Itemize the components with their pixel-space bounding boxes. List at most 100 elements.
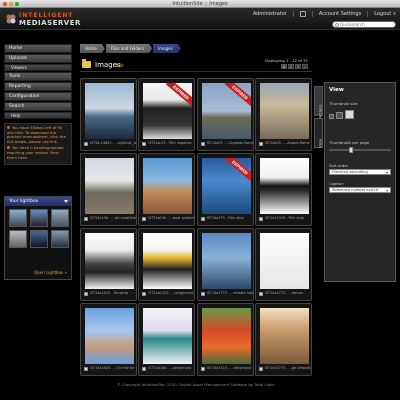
image-tile[interactable]: IST14a1019 - Film strip [254, 153, 312, 226]
select-checkbox[interactable] [258, 217, 263, 221]
trial-notice[interactable]: You have 55days left of 90 day trial. To… [7, 125, 69, 144]
page-link[interactable]: 3 [295, 64, 301, 69]
image-thumbnail[interactable] [143, 158, 193, 214]
image-tile[interactable]: IST14a2773 - ...erreate hotel [196, 228, 254, 301]
lightbox-thumb[interactable] [9, 230, 27, 248]
slider-handle[interactable] [349, 147, 353, 153]
image-caption[interactable]: IST14a2773 - ...atrium [265, 291, 311, 295]
image-caption[interactable]: IST14a-23 - Film negative [148, 141, 194, 145]
image-thumbnail[interactable] [143, 233, 193, 289]
tab-actions[interactable]: Actions [314, 86, 323, 118]
select-checkbox[interactable] [84, 367, 88, 371]
image-thumbnail[interactable] [259, 308, 309, 364]
image-caption[interactable]: IST14a2114 - ...ackground [207, 366, 253, 370]
image-caption[interactable]: IST14a273 - Film strip [207, 216, 253, 220]
image-caption[interactable]: IST14-13651 - ...ngland1_low [90, 141, 136, 145]
nav-search[interactable]: Search [4, 102, 72, 111]
select-checkbox[interactable] [200, 217, 205, 221]
image-thumbnail[interactable] [201, 233, 251, 289]
image-caption[interactable]: IST14a2773 - ...ge Umbrella [265, 366, 311, 370]
user-icon[interactable] [299, 11, 306, 17]
select-checkbox[interactable] [200, 292, 205, 296]
image-caption[interactable]: IST14a2773 - ...erreate hotel [207, 291, 253, 295]
image-thumbnail[interactable] [201, 308, 251, 364]
image-tile[interactable]: IST14a13b - ...boat platform [138, 153, 196, 226]
lightbox-thumb[interactable] [51, 230, 69, 248]
select-checkbox[interactable] [84, 217, 88, 221]
nav-configuration[interactable]: Configuration [4, 92, 72, 101]
image-thumbnail[interactable] [259, 83, 309, 139]
image-tile[interactable]: EXPIRED IST14a273 - Film strip [196, 153, 254, 226]
image-thumbnail[interactable] [85, 308, 134, 364]
lightbox-thumb[interactable] [9, 209, 27, 227]
image-caption[interactable]: IST14a13b - ...boat platform [148, 216, 194, 220]
select-checkbox[interactable] [200, 142, 205, 146]
image-thumbnail[interactable]: EXPIRED [201, 83, 251, 139]
size-large-icon[interactable] [345, 110, 354, 119]
image-thumbnail[interactable] [143, 308, 193, 364]
select-checkbox[interactable] [142, 217, 147, 221]
image-caption[interactable]: IST14a03 - ...Angels Rome [265, 141, 311, 145]
edit-link[interactable]: Edit [116, 63, 124, 68]
image-tile[interactable]: IST14a1102 - ...ackground [138, 228, 196, 301]
select-checkbox[interactable] [142, 142, 147, 146]
size-medium-icon[interactable] [336, 112, 343, 119]
pending-notice[interactable]: You have 0 pending/upload requiring your… [7, 146, 69, 160]
image-caption[interactable]: IST14a1424 - ...t in the air [90, 366, 136, 370]
lightbox-thumb[interactable] [30, 230, 48, 248]
page-link[interactable]: 1 [281, 64, 287, 69]
image-caption[interactable]: IST14a14b - ...ackground [148, 366, 194, 370]
image-tile[interactable]: IST14a14b - ...ackground [138, 303, 196, 376]
image-thumbnail[interactable] [85, 233, 134, 289]
nav-help[interactable]: Help [4, 112, 72, 119]
image-caption[interactable]: IST14a03 - ...Angkota Rome [207, 141, 253, 145]
image-caption[interactable]: IST14a1019 - Film strip [265, 216, 311, 220]
nav-home[interactable]: Home [4, 44, 72, 53]
account-settings-link[interactable]: Account Settings [319, 11, 361, 17]
image-thumbnail[interactable] [259, 233, 309, 289]
image-tile[interactable]: IST14a1019 - Filmstrip [80, 228, 137, 301]
select-checkbox[interactable] [84, 292, 88, 296]
select-checkbox[interactable] [200, 367, 205, 371]
image-thumbnail[interactable]: EXPIRED [143, 83, 193, 139]
tab-view[interactable]: View [314, 118, 323, 148]
next-page-link[interactable]: » [302, 64, 308, 69]
image-thumbnail[interactable] [259, 158, 309, 214]
select-checkbox[interactable] [258, 142, 263, 146]
image-tile[interactable]: IST14a2114 - ...ackground [196, 303, 254, 376]
open-lightbox-link[interactable]: Open Lightbox » [34, 270, 67, 275]
quicksearch-box[interactable] [332, 21, 396, 28]
image-tile[interactable]: EXPIRED IST14a-23 - Film negative [138, 78, 196, 151]
logout-link[interactable]: Logout » [374, 11, 396, 17]
sort-order-select[interactable]: Filename ascending [329, 169, 391, 175]
image-tile[interactable]: IST14a03 - ...Angels Rome [254, 78, 312, 151]
nav-tools[interactable]: Tools [4, 72, 72, 81]
image-tile[interactable]: EXPIRED IST14a03 - ...Angkota Rome [196, 78, 254, 151]
image-thumbnail[interactable] [85, 83, 134, 139]
image-thumbnail[interactable] [85, 158, 134, 214]
image-tile[interactable]: IST14a2773 - ...ge Umbrella [254, 303, 312, 376]
breadcrumb-images[interactable]: Images [153, 44, 181, 53]
page-link[interactable]: 2 [288, 64, 294, 69]
image-tile[interactable]: IST14a13b - ...ish coastline [80, 153, 137, 226]
nav-viewers[interactable]: Viewers [4, 64, 72, 71]
image-caption[interactable]: IST14a1102 - ...ackground [148, 291, 194, 295]
lightbox-thumb[interactable] [51, 209, 69, 227]
lightbox-header[interactable]: Your lightbox [5, 197, 71, 206]
select-checkbox[interactable] [258, 292, 263, 296]
lightbox-thumb[interactable] [30, 209, 48, 227]
image-tile[interactable]: IST14a1424 - ...t in the air [80, 303, 137, 376]
per-page-slider[interactable] [329, 147, 391, 153]
image-thumbnail[interactable]: EXPIRED [201, 158, 251, 214]
quicksearch-input[interactable] [340, 22, 394, 27]
image-caption[interactable]: IST14a13b - ...ish coastline [90, 216, 136, 220]
select-checkbox[interactable] [84, 142, 88, 146]
nav-reporting[interactable]: Reporting [4, 82, 72, 91]
image-caption[interactable]: IST14a1019 - Filmstrip [90, 291, 136, 295]
image-tile[interactable]: IST14-13651 - ...ngland1_low [80, 78, 137, 151]
user-name[interactable]: Administrator [253, 11, 287, 17]
select-checkbox[interactable] [142, 292, 147, 296]
breadcrumb-files-folders[interactable]: Files and Folders [106, 44, 152, 53]
size-small-icon[interactable] [329, 114, 334, 119]
breadcrumb-home[interactable]: Home [80, 44, 105, 53]
